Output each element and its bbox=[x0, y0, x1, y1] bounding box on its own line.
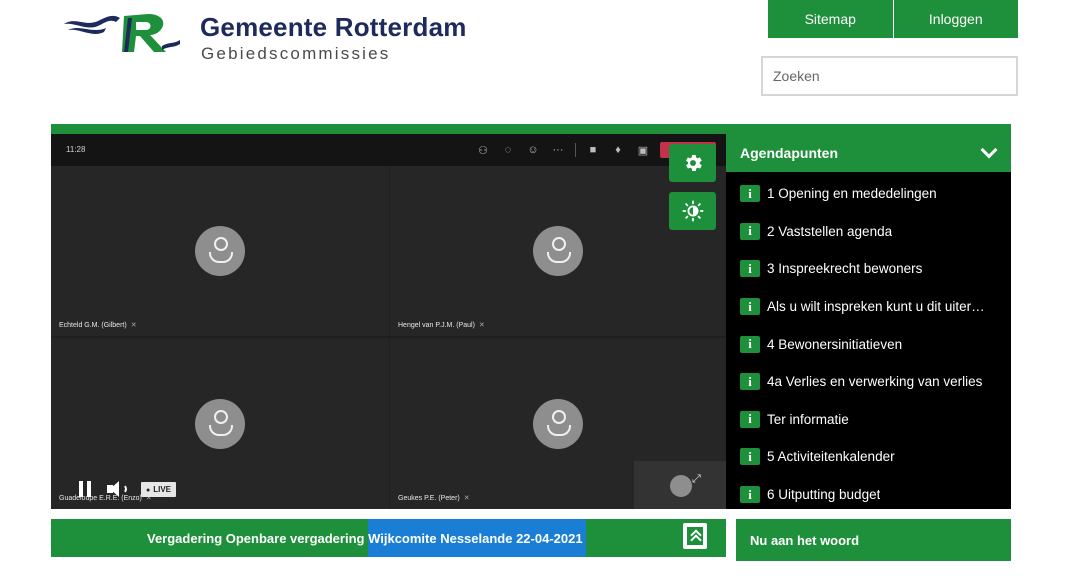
info-icon[interactable]: i bbox=[740, 335, 760, 353]
contrast-button[interactable] bbox=[669, 192, 716, 230]
brightness-icon bbox=[681, 200, 704, 222]
pause-button[interactable] bbox=[77, 481, 93, 497]
sitemap-link[interactable]: Sitemap bbox=[768, 0, 893, 38]
top-nav: Sitemap Inloggen bbox=[768, 0, 1018, 38]
camera-off-icon[interactable]: ■ bbox=[585, 144, 601, 156]
meeting-title-prefix: Vergadering Openbare vergadering bbox=[147, 530, 369, 546]
avatar bbox=[533, 398, 583, 449]
participant-name: Geukes P.E. (Peter) ✕ bbox=[398, 495, 470, 502]
agenda-list: i 1 Opening en mededelingen i 2 Vaststelle… bbox=[726, 172, 1011, 509]
share-icon[interactable]: ▣ bbox=[635, 144, 651, 157]
info-icon[interactable]: i bbox=[740, 260, 760, 278]
agenda-item[interactable]: i Ter informatie bbox=[726, 401, 1011, 439]
agenda-title: Agendapunten bbox=[740, 145, 838, 161]
meeting-time: 11:28 bbox=[66, 145, 86, 154]
toolbar-separator bbox=[575, 143, 576, 157]
page: Gemeente Rotterdam Gebiedscommissies Sit… bbox=[0, 0, 1084, 582]
avatar bbox=[533, 226, 583, 276]
agenda-item-label: 4 Bewonersinitiatieven bbox=[767, 336, 903, 352]
gear-icon bbox=[685, 155, 702, 171]
player-controls: LIVE bbox=[77, 481, 177, 497]
info-icon[interactable]: i bbox=[740, 486, 760, 504]
agenda-item[interactable]: i Als u wilt inspreken kunt u dit uiterl… bbox=[726, 288, 1011, 326]
volume-button[interactable] bbox=[107, 481, 127, 497]
agenda-item-label: 4a Verlies en verwerking van verlies bbox=[767, 374, 983, 390]
info-icon[interactable]: i bbox=[740, 410, 760, 428]
now-speaking-bar[interactable]: Nu aan het woord bbox=[736, 519, 1011, 561]
info-icon[interactable]: i bbox=[740, 222, 760, 240]
info-icon[interactable]: i bbox=[740, 185, 760, 203]
chevron-down-icon[interactable] bbox=[980, 141, 998, 159]
agenda-item-label: Ter informatie bbox=[767, 411, 849, 427]
more-icon[interactable]: ··· bbox=[550, 144, 566, 156]
avatar bbox=[670, 475, 692, 497]
agenda-item-label: 2 Vaststellen agenda bbox=[767, 223, 893, 239]
agenda-item-label: 3 Inspreekrecht bewoners bbox=[767, 261, 923, 277]
agenda-item[interactable]: i 6 Uitputting budget bbox=[726, 476, 1011, 509]
info-icon[interactable]: i bbox=[740, 298, 760, 316]
live-badge: LIVE bbox=[141, 481, 177, 497]
meeting-title: Vergadering Openbare vergadering Wijkcom… bbox=[147, 519, 586, 557]
self-view[interactable]: ⤢ bbox=[634, 461, 726, 509]
participant-tile: Echteld G.M. (Gilbert) ✕ bbox=[51, 166, 389, 336]
agenda-item[interactable]: i 4 Bewonersinitiatieven bbox=[726, 325, 1011, 363]
mic-off-icon[interactable]: ♦ bbox=[610, 144, 626, 156]
agenda-item[interactable]: i 4a Verlies en verwerking van verlies bbox=[726, 363, 1011, 401]
agenda-panel: Agendapunten i 1 Opening en mededelingen … bbox=[726, 134, 1011, 509]
meeting-toolbar: 11:28 ⚇ ◌ ☺ ··· ■ ♦ ▣ bbox=[51, 134, 726, 166]
now-speaking-label: Nu aan het woord bbox=[750, 532, 860, 548]
agenda-item-label: 6 Uitputting budget bbox=[767, 487, 881, 503]
info-icon[interactable]: i bbox=[740, 448, 760, 466]
settings-button[interactable] bbox=[669, 144, 716, 182]
agenda-item[interactable]: i 2 Vaststellen agenda bbox=[726, 213, 1011, 251]
top-divider-bar bbox=[51, 124, 1011, 134]
mic-muted-icon: ✕ bbox=[130, 322, 137, 329]
agenda-item-label: Als u wilt inspreken kunt u dit uiterl… bbox=[767, 299, 987, 315]
agenda-item[interactable]: i 1 Opening en mededelingen bbox=[726, 175, 1011, 213]
search-input[interactable] bbox=[761, 56, 1018, 96]
brand-title: Gemeente Rotterdam bbox=[200, 12, 467, 42]
meeting-title-bar: Vergadering Openbare vergadering Wijkcom… bbox=[51, 519, 726, 557]
agenda-header[interactable]: Agendapunten bbox=[726, 134, 1011, 172]
avatar bbox=[195, 398, 245, 449]
participant-name: Echteld G.M. (Gilbert) ✕ bbox=[59, 322, 137, 329]
login-link[interactable]: Inloggen bbox=[892, 0, 1018, 38]
participant-name: Hengel van P.J.M. (Paul) ✕ bbox=[398, 322, 485, 329]
expand-icon[interactable]: ⤢ bbox=[692, 473, 701, 486]
reactions-icon[interactable]: ☺ bbox=[525, 144, 541, 156]
chat-icon[interactable]: ◌ bbox=[500, 144, 516, 156]
agenda-item[interactable]: i 5 Activiteitenkalender bbox=[726, 438, 1011, 476]
volume-wave-icon bbox=[120, 484, 127, 494]
brand-subtitle: Gebiedscommissies bbox=[201, 44, 391, 63]
mic-muted-icon: ✕ bbox=[478, 322, 485, 329]
rotterdam-logo[interactable] bbox=[62, 10, 182, 56]
meeting-title-highlight: Wijkcomite Nesselande 22-04-2021 bbox=[368, 519, 586, 557]
agenda-item-label: 1 Opening en mededelingen bbox=[767, 186, 937, 202]
agenda-item[interactable]: i 3 Inspreekrecht bewoners bbox=[726, 250, 1011, 288]
info-icon[interactable]: i bbox=[740, 373, 760, 391]
double-chevron-up-icon bbox=[687, 527, 703, 545]
scroll-up-button[interactable] bbox=[683, 523, 707, 549]
participants-icon[interactable]: ⚇ bbox=[475, 144, 491, 157]
mic-muted-icon: ✕ bbox=[463, 495, 470, 502]
agenda-item-label: 5 Activiteitenkalender bbox=[767, 449, 895, 465]
participant-tile: Geukes P.E. (Peter) ✕ ⤢ bbox=[390, 338, 726, 509]
avatar bbox=[195, 226, 245, 276]
video-player[interactable]: 11:28 ⚇ ◌ ☺ ··· ■ ♦ ▣ Echteld G.M. (Gilb… bbox=[51, 134, 726, 509]
